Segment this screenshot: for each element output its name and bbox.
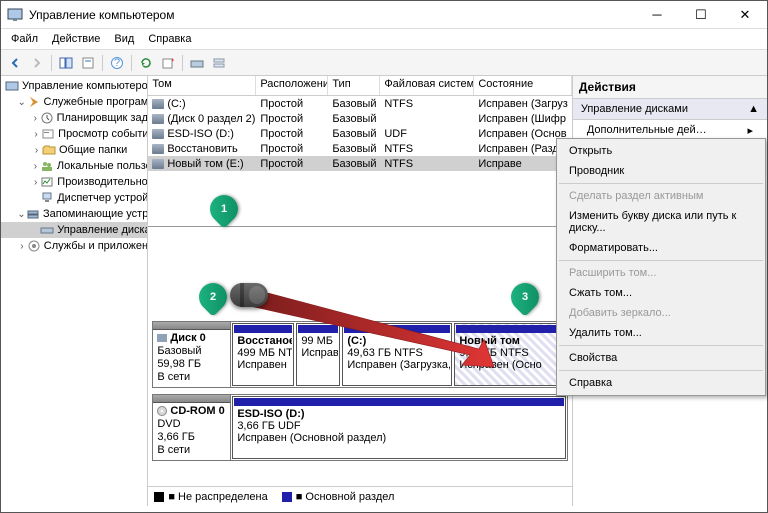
close-button[interactable]: ✕ [723,1,767,29]
ctx-extend: Расширить том... [559,263,763,283]
ctx-add-mirror: Добавить зеркало... [559,303,763,323]
refresh-button[interactable] [136,53,156,73]
chevron-right-icon: ▸ [747,124,753,137]
volume-icon [152,114,164,124]
ctx-shrink[interactable]: Сжать том... [559,283,763,303]
volume-icon [152,129,164,139]
ctx-change-letter[interactable]: Изменить букву диска или путь к диску... [559,206,763,238]
ctx-help[interactable]: Справка [559,373,763,393]
menu-help[interactable]: Справка [148,33,191,45]
ctx-make-active: Сделать раздел активным [559,186,763,206]
disk-header: CD-ROM 0 DVD3,66 ГБВ сети [153,395,231,460]
tree-pane[interactable]: Управление компьютером (л ⌄Служебные про… [1,76,148,506]
volume-row[interactable]: (C:)ПростойБазовыйNTFSИсправен (Загруз [148,96,572,111]
menu-action[interactable]: Действие [52,33,100,45]
tree-shared-folders[interactable]: ›Общие папки [1,142,147,158]
properties-button[interactable] [78,53,98,73]
col-type[interactable]: Тип [328,76,380,95]
tree-event-viewer[interactable]: ›Просмотр событий [1,126,147,142]
forward-button[interactable] [27,53,47,73]
partition[interactable]: ESD-ISO (D:)3,66 ГБ UDFИсправен (Основно… [232,396,566,459]
col-filesystem[interactable]: Файловая система [380,76,474,95]
ctx-format[interactable]: Форматировать... [559,238,763,258]
volume-icon [152,159,164,169]
menu-view[interactable]: Вид [114,33,134,45]
volume-row[interactable]: ВосстановитьПростойБазовыйNTFSИсправен (… [148,141,572,156]
volume-icon [152,99,164,109]
export-button[interactable] [158,53,178,73]
tree-group-utilities[interactable]: ⌄Служебные программы [1,94,147,110]
disk-header: Диск 0 Базовый59,98 ГБВ сети [153,322,231,387]
minimize-button[interactable]: ─ [635,1,679,29]
tree-group-storage[interactable]: ⌄Запоминающие устройст [1,206,147,222]
annot-mouse-icon [230,283,268,307]
window-title: Управление компьютером [29,8,635,22]
ctx-properties[interactable]: Свойства [559,348,763,368]
menubar: Файл Действие Вид Справка [1,29,767,50]
actions-more[interactable]: Дополнительные дей…▸ [573,120,767,140]
tree-group-services[interactable]: ›Службы и приложения [1,238,147,254]
ctx-explorer[interactable]: Проводник [559,161,763,181]
help-button[interactable]: ? [107,53,127,73]
tree-disk-management[interactable]: Управление дисками [1,222,147,238]
disk-view-button[interactable] [209,53,229,73]
tree-device-manager[interactable]: Диспетчер устройств [1,190,147,206]
titlebar: Управление компьютером ─ ☐ ✕ [1,1,767,29]
volume-row[interactable]: (Диск 0 раздел 2)ПростойБазовыйИсправен … [148,111,572,126]
back-button[interactable] [5,53,25,73]
ctx-delete-volume[interactable]: Удалить том... [559,323,763,343]
disk-settings-button[interactable] [187,53,207,73]
svg-text:?: ? [114,57,120,69]
volume-row[interactable]: Новый том (E:)ПростойБазовыйNTFSИсправе [148,156,572,171]
context-menu: Открыть Проводник Сделать раздел активны… [556,138,766,396]
toolbar: ? [1,50,767,76]
actions-title: Действия [573,76,767,99]
menu-file[interactable]: Файл [11,33,38,45]
maximize-button[interactable]: ☐ [679,1,723,29]
tree-performance[interactable]: ›Производительность [1,174,147,190]
tree-task-scheduler[interactable]: ›Планировщик заданий [1,110,147,126]
volume-list-header: Том Расположение Тип Файловая система Со… [148,76,572,96]
col-volume[interactable]: Том [148,76,256,95]
collapse-icon: ▲ [748,103,759,115]
annot-arrow [244,293,494,375]
app-icon [7,7,23,23]
tree-root[interactable]: Управление компьютером (л [1,78,147,94]
col-status[interactable]: Состояние [474,76,572,95]
volume-icon [152,144,164,154]
tree-local-users[interactable]: ›Локальные пользоват [1,158,147,174]
show-hide-tree-button[interactable] [56,53,76,73]
cdrom-0[interactable]: CD-ROM 0 DVD3,66 ГБВ сети ESD-ISO (D:)3,… [152,394,568,461]
volume-row[interactable]: ESD-ISO (D:)ПростойБазовыйUDFИсправен (О… [148,126,572,141]
legend: ■ Не распределена ■ Основной раздел [148,486,572,506]
ctx-open[interactable]: Открыть [559,141,763,161]
col-layout[interactable]: Расположение [256,76,328,95]
actions-disk-management[interactable]: Управление дисками▲ [573,99,767,120]
